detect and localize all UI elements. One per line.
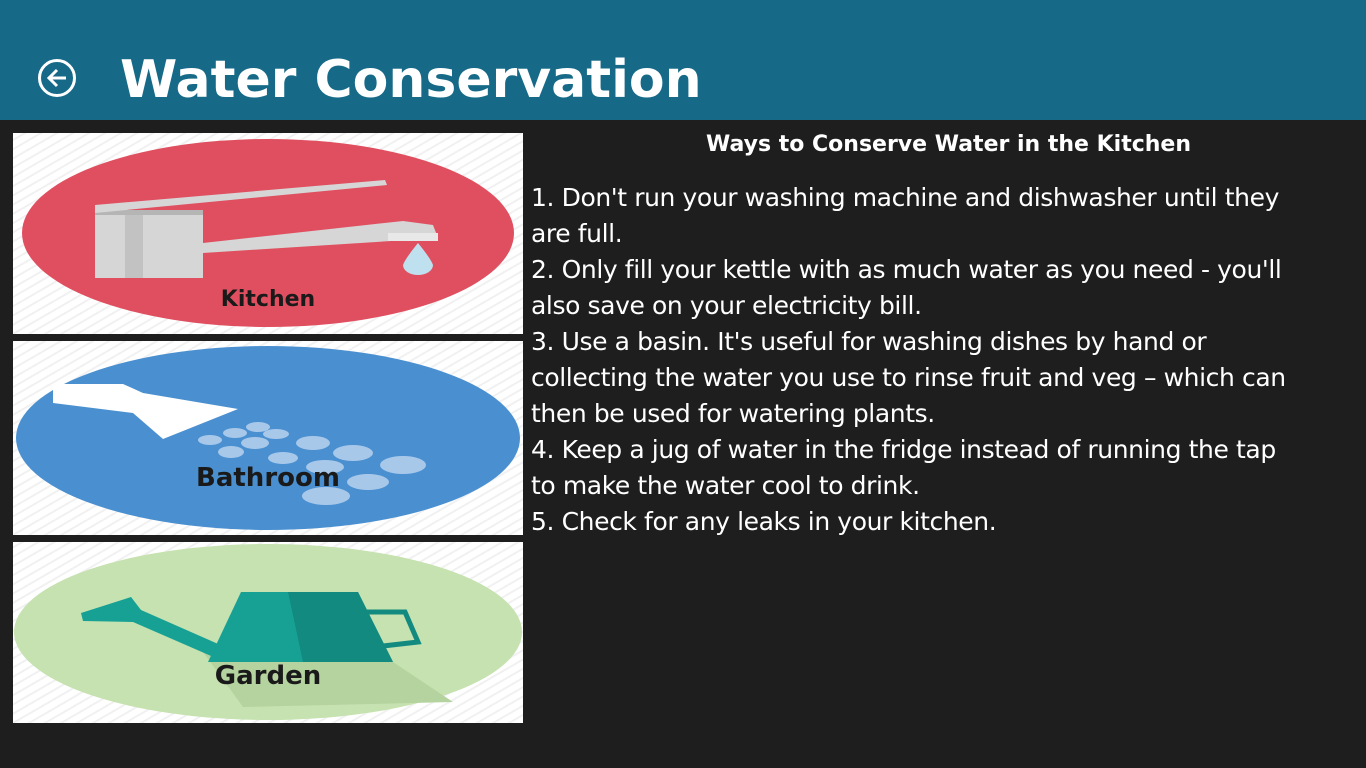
tip-item: 1. Don't run your washing machine and di… bbox=[531, 180, 1356, 252]
kitchen-tile[interactable]: Kitchen bbox=[13, 133, 523, 334]
tips-list: 1. Don't run your washing machine and di… bbox=[531, 180, 1356, 540]
tip-item: 5. Check for any leaks in your kitchen. bbox=[531, 504, 1356, 540]
shower-icon bbox=[16, 346, 520, 530]
bathroom-label: Bathroom bbox=[196, 463, 340, 493]
tip-line: 5. Check for any leaks in your kitchen. bbox=[531, 507, 997, 536]
tip-line: 3. Use a basin. It's useful for washing … bbox=[531, 327, 1207, 356]
bathroom-tile[interactable]: Bathroom bbox=[13, 341, 523, 535]
app-header: Water Conservation bbox=[0, 0, 1366, 120]
tip-item: 3. Use a basin. It's useful for washing … bbox=[531, 324, 1356, 432]
tip-line: then be used for watering plants. bbox=[531, 399, 935, 428]
tip-line: also save on your electricity bill. bbox=[531, 291, 922, 320]
tip-line: are full. bbox=[531, 219, 623, 248]
tip-item: 4. Keep a jug of water in the fridge ins… bbox=[531, 432, 1356, 504]
watering-can-icon bbox=[14, 544, 522, 720]
garden-label: Garden bbox=[214, 661, 322, 691]
back-button[interactable] bbox=[38, 59, 76, 97]
tip-line: 4. Keep a jug of water in the fridge ins… bbox=[531, 435, 1276, 464]
tip-item: 2. Only fill your kettle with as much wa… bbox=[531, 252, 1356, 324]
tip-line: collecting the water you use to rinse fr… bbox=[531, 363, 1286, 392]
garden-tile[interactable]: Garden bbox=[13, 542, 523, 723]
tip-line: 2. Only fill your kettle with as much wa… bbox=[531, 255, 1282, 284]
section-heading: Ways to Conserve Water in the Kitchen bbox=[705, 132, 1192, 157]
back-arrow-icon bbox=[46, 68, 66, 88]
tip-line: to make the water cool to drink. bbox=[531, 471, 920, 500]
kitchen-label: Kitchen bbox=[220, 287, 316, 312]
tip-line: 1. Don't run your washing machine and di… bbox=[531, 183, 1279, 212]
page-title: Water Conservation bbox=[120, 50, 702, 110]
